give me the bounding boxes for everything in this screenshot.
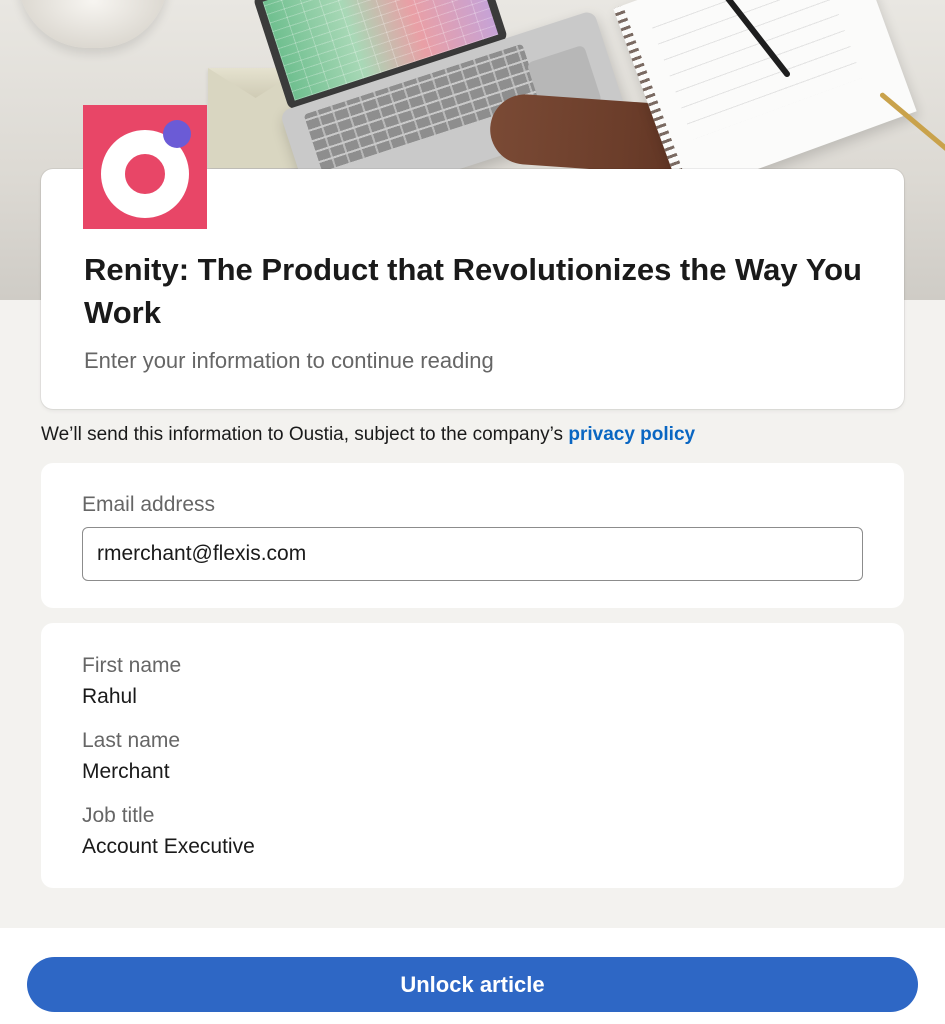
privacy-notice-text: We’ll send this information to Oustia, s… <box>41 424 569 445</box>
logo-dot <box>163 120 191 148</box>
email-field[interactable] <box>82 527 863 581</box>
article-subtitle: Enter your information to continue readi… <box>84 348 494 373</box>
privacy-policy-link[interactable]: privacy policy <box>568 424 695 445</box>
email-card: Email address <box>41 463 904 608</box>
privacy-notice: We’ll send this information to Oustia, s… <box>41 424 695 446</box>
lead-gen-form-page: Renity: The Product that Revolutionizes … <box>0 0 945 1024</box>
last-name-value: Merchant <box>82 760 170 783</box>
job-title-label: Job title <box>82 804 155 827</box>
job-title-value: Account Executive <box>82 835 255 858</box>
unlock-article-button[interactable]: Unlock article <box>27 957 918 1012</box>
article-title: Renity: The Product that Revolutionizes … <box>84 252 862 330</box>
plant-pot-decoration <box>18 0 168 48</box>
profile-card: First name Rahul Last name Merchant Job … <box>41 623 904 888</box>
first-name-value: Rahul <box>82 685 137 708</box>
last-name-label: Last name <box>82 729 181 752</box>
email-label: Email address <box>82 493 216 516</box>
brand-logo-icon <box>83 105 207 229</box>
first-name-label: First name <box>82 654 182 677</box>
